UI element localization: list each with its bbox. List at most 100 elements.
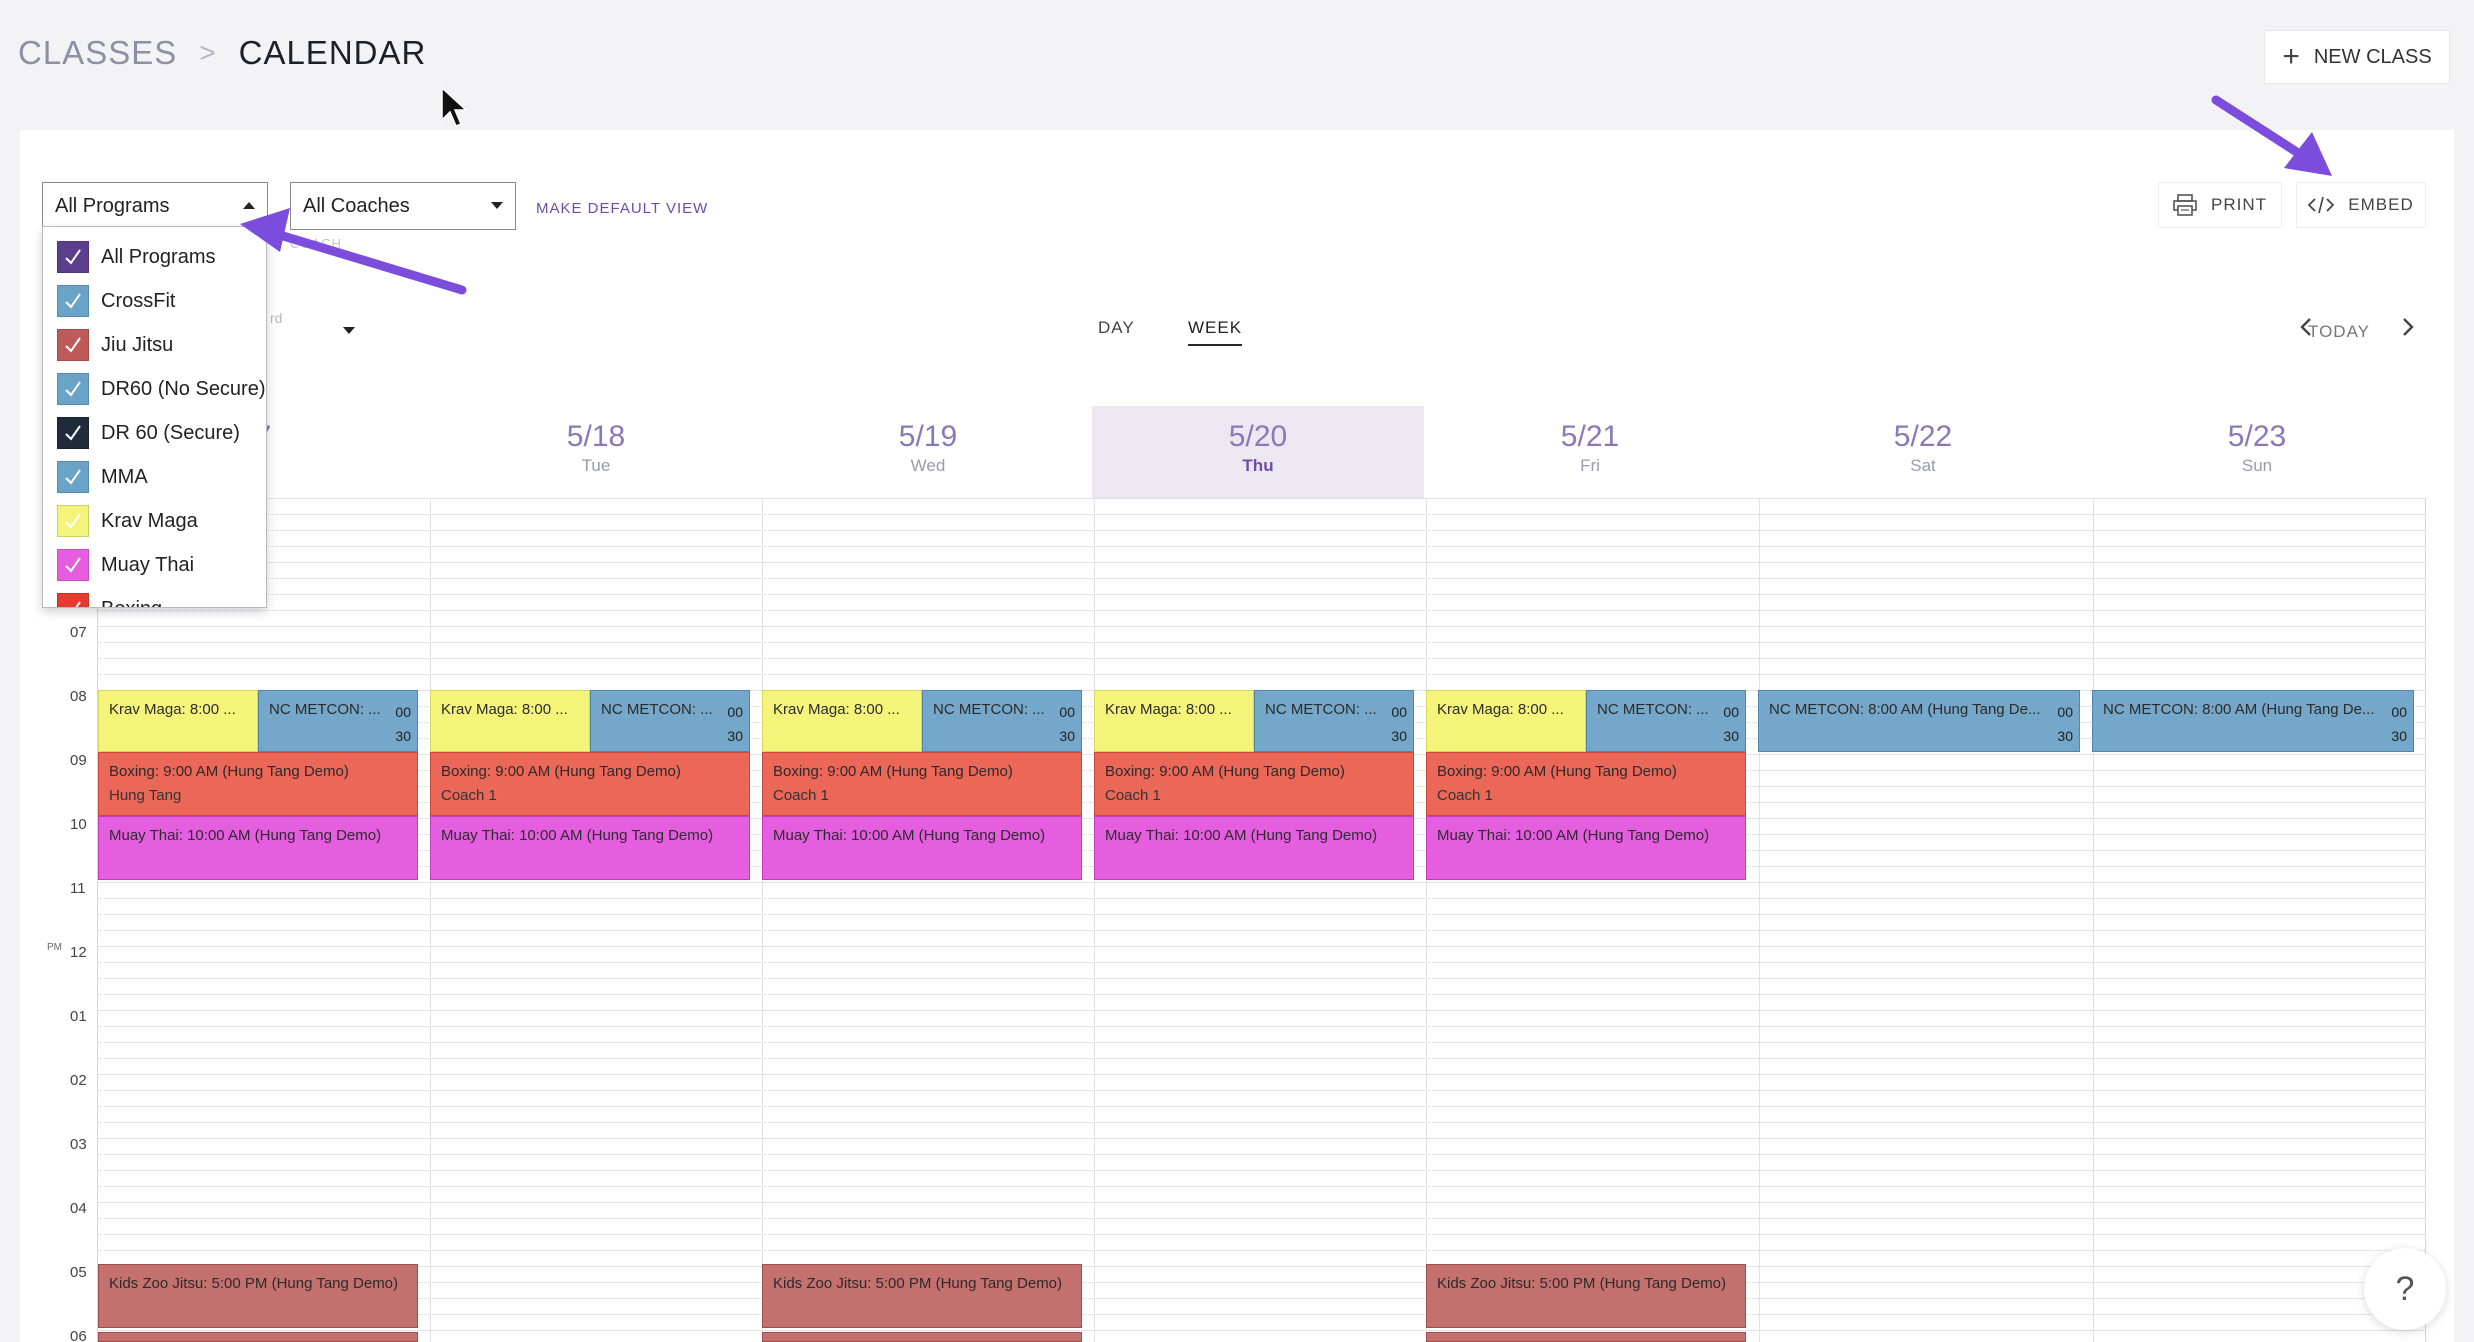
print-label: PRINT bbox=[2211, 195, 2267, 214]
event-muay-thai[interactable]: Muay Thai: 10:00 AM (Hung Tang Demo) bbox=[1094, 816, 1414, 880]
program-option-boxing[interactable]: Boxing bbox=[43, 587, 162, 607]
event-title: Boxing: 9:00 AM (Hung Tang Demo) bbox=[109, 763, 349, 780]
day-column-divider bbox=[1426, 498, 1427, 1342]
program-option-dr60-secure[interactable]: DR 60 (Secure) bbox=[43, 411, 240, 455]
event-krav-maga[interactable]: Krav Maga: 8:00 ... bbox=[1426, 690, 1586, 752]
event-muay-thai[interactable]: Muay Thai: 10:00 AM (Hung Tang Demo) bbox=[98, 816, 418, 880]
checkbox[interactable] bbox=[57, 417, 89, 449]
tab-day[interactable]: DAY bbox=[1098, 318, 1135, 338]
coach-filter-select[interactable]: All Coaches bbox=[290, 182, 516, 230]
event-muay-thai[interactable]: Muay Thai: 10:00 AM (Hung Tang Demo) bbox=[1426, 816, 1746, 880]
hour-label: 08 bbox=[70, 688, 87, 705]
grid-line bbox=[98, 530, 2425, 531]
print-button[interactable]: PRINT bbox=[2158, 182, 2282, 228]
day-header[interactable]: 5/18 Tue bbox=[430, 406, 762, 498]
event-boxing[interactable]: Boxing: 9:00 AM (Hung Tang Demo) Coach 1 bbox=[1094, 752, 1414, 816]
checkbox[interactable] bbox=[57, 505, 89, 537]
program-option-krav-maga[interactable]: Krav Maga bbox=[43, 499, 198, 543]
event-boxing[interactable]: Boxing: 9:00 AM (Hung Tang Demo) Hung Tan… bbox=[98, 752, 418, 816]
event-muay-thai[interactable]: Muay Thai: 10:00 AM (Hung Tang Demo) bbox=[762, 816, 1082, 880]
checkbox[interactable] bbox=[57, 549, 89, 581]
grid-line bbox=[98, 578, 2425, 579]
day-column-divider bbox=[1759, 498, 1760, 1342]
program-option-crossfit[interactable]: CrossFit bbox=[43, 279, 175, 323]
day-name: Wed bbox=[910, 456, 946, 475]
grid-line bbox=[98, 1010, 2425, 1011]
event-nc-metcon[interactable]: NC METCON: ... 00 30 bbox=[922, 690, 1082, 752]
event-time-marker: 00 bbox=[2057, 704, 2073, 720]
event-krav-maga[interactable]: Krav Maga: 8:00 ... bbox=[98, 690, 258, 752]
checkbox[interactable] bbox=[57, 461, 89, 493]
breadcrumb-separator: > bbox=[199, 37, 217, 68]
event-krav-maga[interactable]: Krav Maga: 8:00 ... bbox=[1094, 690, 1254, 752]
event-boxing[interactable]: Boxing: 9:00 AM (Hung Tang Demo) Coach 1 bbox=[430, 752, 750, 816]
checkbox[interactable] bbox=[57, 329, 89, 361]
day-header[interactable]: 5/23 Sun bbox=[2090, 406, 2424, 498]
grid-line bbox=[98, 546, 2425, 547]
event-title: Krav Maga: 8:00 ... bbox=[1437, 701, 1564, 718]
grid-line bbox=[98, 514, 2425, 515]
event-evening-class[interactable] bbox=[98, 1332, 418, 1342]
event-evening-class[interactable] bbox=[762, 1332, 1082, 1342]
event-evening-class[interactable] bbox=[1426, 1332, 1746, 1342]
program-filter-select[interactable]: All Programs bbox=[42, 182, 268, 230]
page-title: CALENDAR bbox=[238, 34, 427, 71]
event-krav-maga[interactable]: Krav Maga: 8:00 ... bbox=[762, 690, 922, 752]
option-label: DR60 (No Secure) bbox=[101, 377, 266, 400]
code-icon bbox=[2308, 196, 2335, 214]
event-title: Kids Zoo Jitsu: 5:00 PM (Hung Tang Demo) bbox=[109, 1275, 399, 1292]
help-button[interactable]: ? bbox=[2364, 1248, 2446, 1330]
caret-up-icon bbox=[243, 202, 255, 209]
breadcrumb-classes-link[interactable]: CLASSES bbox=[18, 34, 177, 72]
day-header[interactable]: 5/21 Fri bbox=[1424, 406, 1756, 498]
checkbox[interactable] bbox=[57, 593, 89, 607]
program-option-jiu-jitsu[interactable]: Jiu Jitsu bbox=[43, 323, 173, 367]
hidden-filter-caret-icon[interactable] bbox=[343, 327, 355, 334]
grid-line bbox=[98, 562, 2425, 563]
make-default-view-link[interactable]: MAKE DEFAULT VIEW bbox=[536, 200, 708, 217]
program-dropdown-menu: All Programs CrossFit Jiu Jitsu DR60 (No… bbox=[42, 226, 267, 608]
day-name: Sat bbox=[1910, 456, 1936, 475]
grid-line bbox=[98, 1266, 2425, 1267]
checkbox[interactable] bbox=[57, 285, 89, 317]
event-kids-zoo-jitsu[interactable]: Kids Zoo Jitsu: 5:00 PM (Hung Tang Demo) bbox=[1426, 1264, 1746, 1328]
chevron-right-icon[interactable] bbox=[2400, 314, 2416, 346]
tab-week[interactable]: WEEK bbox=[1188, 318, 1243, 346]
program-option-muay-thai[interactable]: Muay Thai bbox=[43, 543, 194, 587]
embed-button[interactable]: EMBED bbox=[2296, 182, 2426, 228]
grid-line bbox=[98, 1250, 2425, 1251]
grid-line bbox=[98, 626, 2425, 627]
grid-line bbox=[98, 930, 2425, 931]
event-muay-thai[interactable]: Muay Thai: 10:00 AM (Hung Tang Demo) bbox=[430, 816, 750, 880]
day-header[interactable]: 5/19 Wed bbox=[762, 406, 1094, 498]
event-nc-metcon[interactable]: NC METCON: ... 00 30 bbox=[590, 690, 750, 752]
hidden-filter-label: rd bbox=[270, 310, 283, 326]
checkbox[interactable] bbox=[57, 241, 89, 273]
option-label: Muay Thai bbox=[101, 553, 195, 576]
checkbox[interactable] bbox=[57, 373, 89, 405]
event-nc-metcon[interactable]: NC METCON: 8:00 AM (Hung Tang De... 00 30 bbox=[1758, 690, 2080, 752]
event-kids-zoo-jitsu[interactable]: Kids Zoo Jitsu: 5:00 PM (Hung Tang Demo) bbox=[98, 1264, 418, 1328]
day-date: 5/20 bbox=[1228, 420, 1288, 453]
day-header-today[interactable]: 5/20 Thu bbox=[1092, 406, 1424, 498]
today-button[interactable]: TODAY bbox=[2308, 322, 2370, 342]
event-coach: Hung Tang bbox=[109, 787, 182, 804]
new-class-button[interactable]: + NEW CLASS bbox=[2264, 30, 2450, 84]
program-option-all-programs[interactable]: All Programs bbox=[43, 235, 215, 279]
embed-label: EMBED bbox=[2348, 195, 2414, 214]
event-nc-metcon[interactable]: NC METCON: ... 00 30 bbox=[1254, 690, 1414, 752]
program-option-mma[interactable]: MMA bbox=[43, 455, 148, 499]
event-nc-metcon[interactable]: NC METCON: ... 00 30 bbox=[1586, 690, 1746, 752]
event-boxing[interactable]: Boxing: 9:00 AM (Hung Tang Demo) Coach 1 bbox=[762, 752, 1082, 816]
event-boxing[interactable]: Boxing: 9:00 AM (Hung Tang Demo) Coach 1 bbox=[1426, 752, 1746, 816]
event-krav-maga[interactable]: Krav Maga: 8:00 ... bbox=[430, 690, 590, 752]
day-header[interactable]: 5/22 Sat bbox=[1756, 406, 2090, 498]
event-title: Krav Maga: 8:00 ... bbox=[773, 701, 900, 718]
grid-line bbox=[98, 1282, 2425, 1283]
event-kids-zoo-jitsu[interactable]: Kids Zoo Jitsu: 5:00 PM (Hung Tang Demo) bbox=[762, 1264, 1082, 1328]
grid-line bbox=[98, 1122, 2425, 1123]
checkmark-icon bbox=[65, 293, 81, 309]
event-nc-metcon[interactable]: NC METCON: 8:00 AM (Hung Tang De... 00 30 bbox=[2092, 690, 2414, 752]
event-nc-metcon[interactable]: NC METCON: ... 00 30 bbox=[258, 690, 418, 752]
program-option-dr60-no-secure[interactable]: DR60 (No Secure) bbox=[43, 367, 266, 411]
